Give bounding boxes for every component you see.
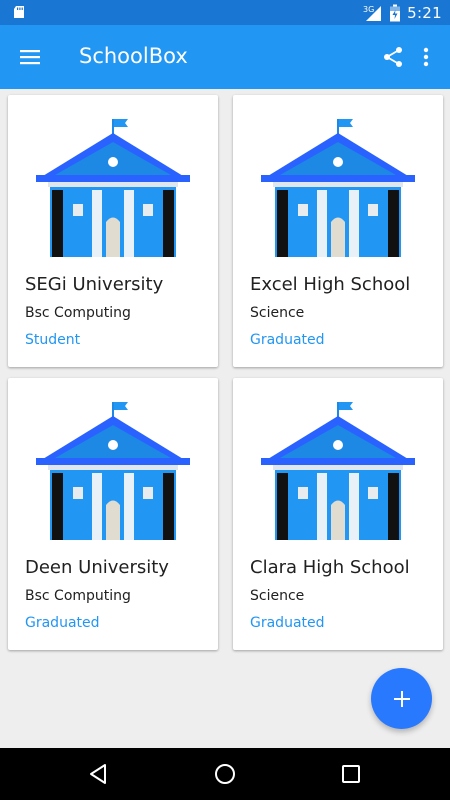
home-icon[interactable] [213,762,237,786]
more-vert-icon[interactable] [414,45,438,69]
share-icon[interactable] [381,45,405,69]
menu-icon[interactable] [18,45,42,69]
school-course: Science [250,305,305,321]
add-school-button[interactable] [371,668,432,729]
app-title: SchoolBox [79,44,188,68]
school-course: Bsc Computing [25,588,131,604]
school-course: Bsc Computing [25,305,131,321]
battery-icon [390,4,401,21]
school-name: Excel High School [250,274,411,295]
school-building-icon [261,400,415,550]
school-building-icon [36,117,190,267]
school-building-icon [261,117,415,267]
school-status: Graduated [250,615,325,631]
recents-icon[interactable] [339,762,363,786]
school-card[interactable]: Deen University Bsc Computing Graduated [8,378,218,650]
school-building-icon [36,400,190,550]
status-bar: 3G 5:21 [0,0,450,25]
school-status: Graduated [25,615,100,631]
school-status: Student [25,332,81,348]
school-name: SEGi University [25,274,164,295]
app-bar: SchoolBox [0,25,450,89]
school-status: Graduated [250,332,325,348]
school-card[interactable]: SEGi University Bsc Computing Student [8,95,218,367]
add-icon [393,690,410,707]
sd-card-icon [14,6,24,18]
school-name: Clara High School [250,557,410,578]
school-name: Deen University [25,557,169,578]
school-card[interactable]: Excel High School Science Graduated [233,95,443,367]
navigation-bar [0,748,450,800]
school-course: Science [250,588,305,604]
signal-icon: 3G [363,5,382,21]
status-time: 5:21 [407,3,442,22]
school-card[interactable]: Clara High School Science Graduated [233,378,443,650]
network-type-label: 3G [363,5,374,14]
back-icon[interactable] [86,762,110,786]
